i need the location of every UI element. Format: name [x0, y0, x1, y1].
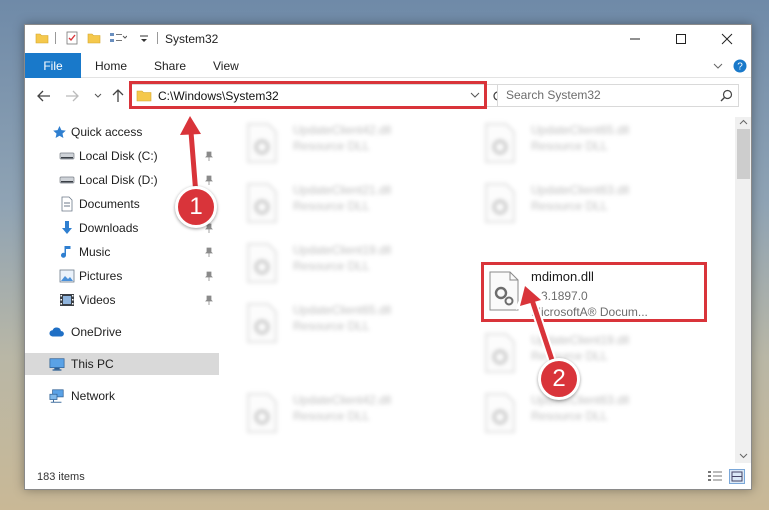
callout-1: 1 [175, 186, 217, 228]
callout-2: 2 [538, 358, 580, 400]
annotation-arrows [176, 110, 561, 377]
